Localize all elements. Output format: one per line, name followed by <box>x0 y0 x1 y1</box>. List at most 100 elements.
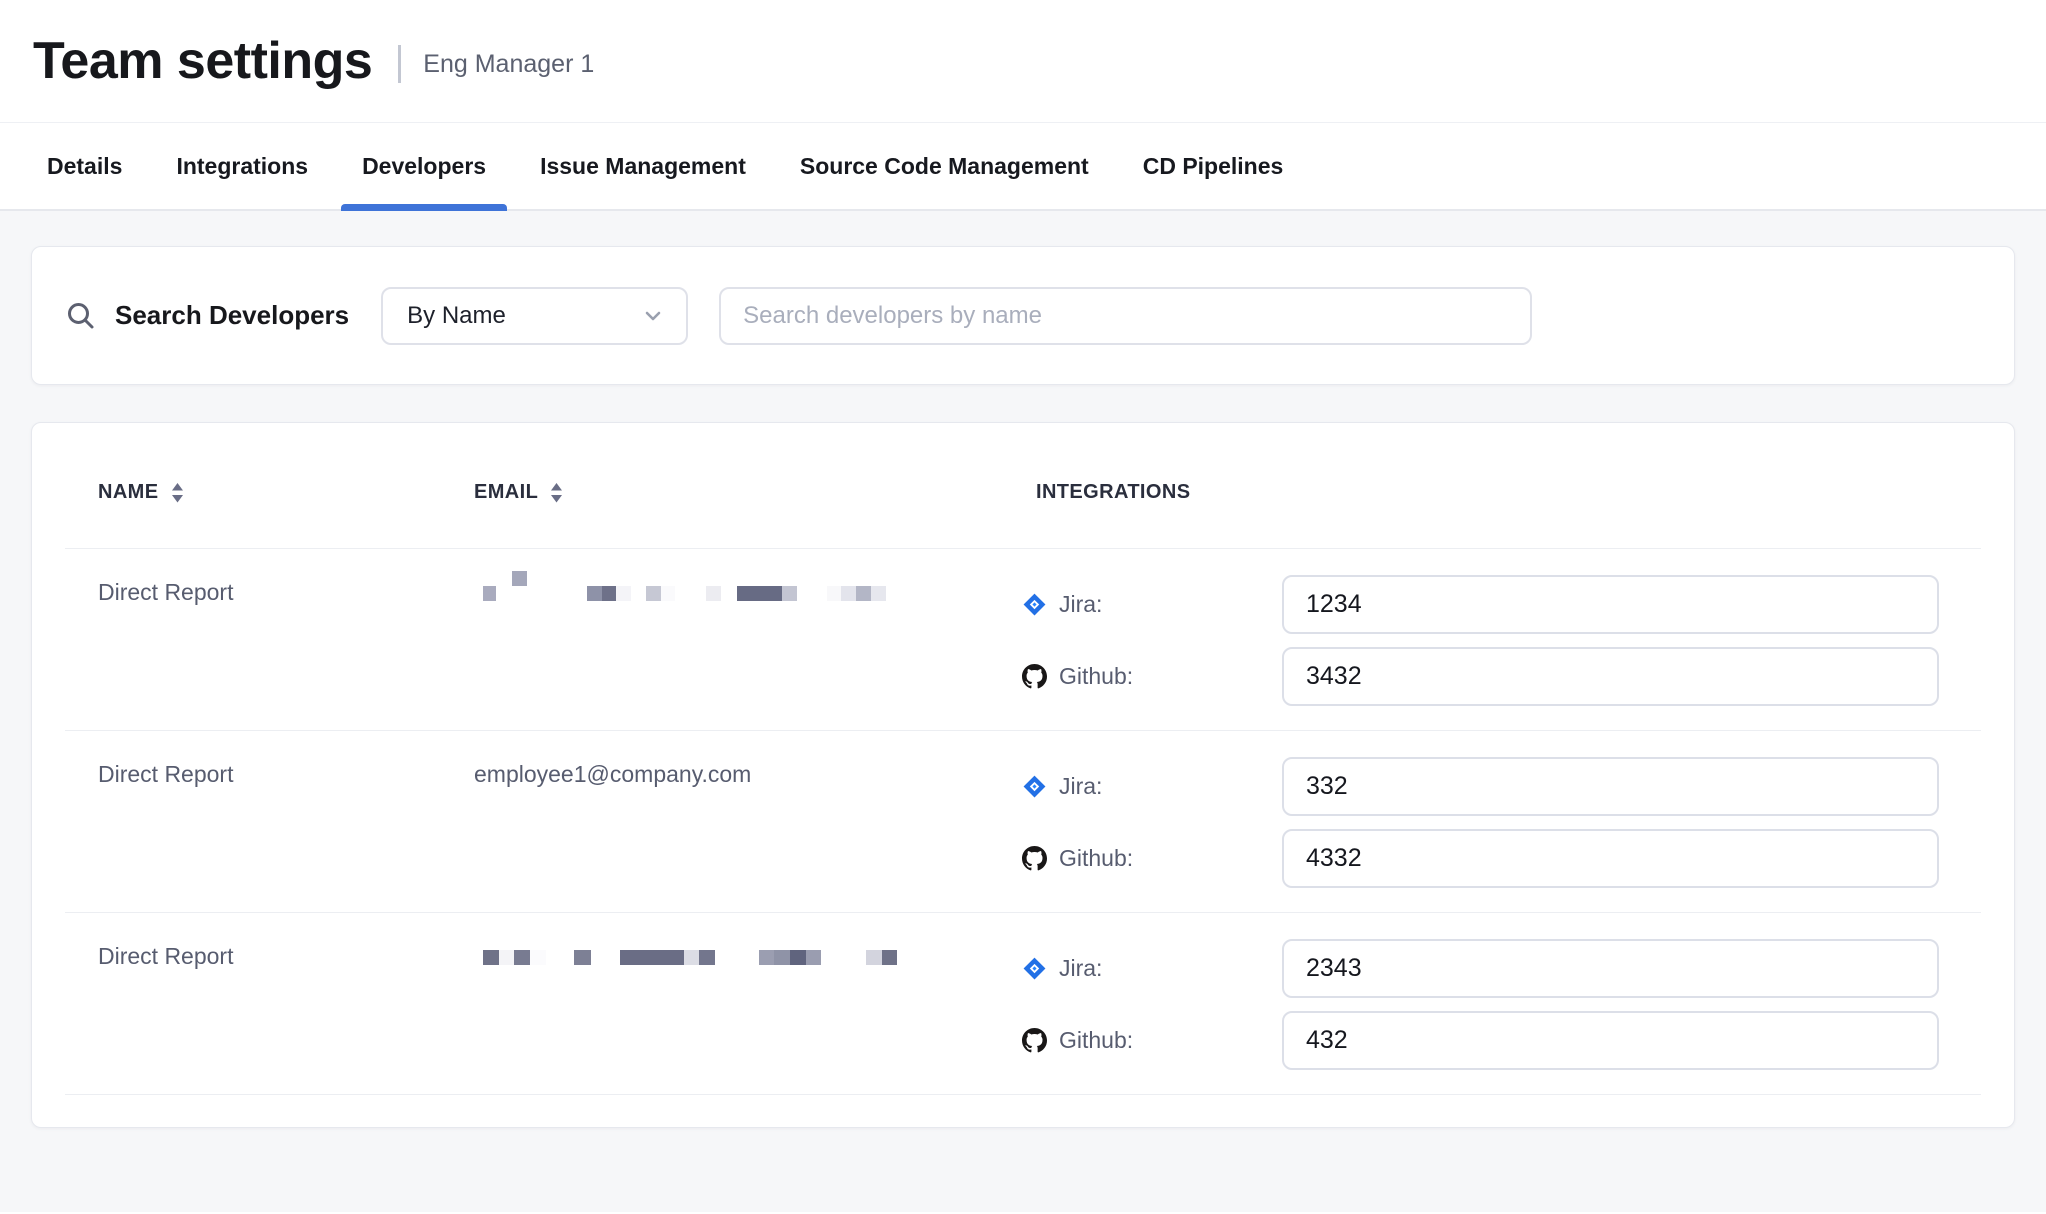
tab-cd-pipelines[interactable]: CD Pipelines <box>1122 123 1305 209</box>
redaction-block <box>759 950 774 965</box>
redaction-block <box>706 586 721 601</box>
tab-issue-management[interactable]: Issue Management <box>519 123 767 209</box>
github-line: Github: <box>1022 647 1981 706</box>
github-label: Github: <box>1022 845 1282 872</box>
developer-row: Direct Report Jira: <box>32 549 2014 730</box>
redaction-block <box>737 586 782 601</box>
jira-id-input[interactable] <box>1282 575 1939 634</box>
tab-label: CD Pipelines <box>1143 153 1284 180</box>
page-header: Team settings Eng Manager 1 <box>0 0 2046 123</box>
developer-email: employee1@company.com <box>456 761 1022 888</box>
tab-developers[interactable]: Developers <box>341 123 507 209</box>
redaction-block <box>602 586 616 601</box>
jira-label: Jira: <box>1022 955 1282 982</box>
developer-email-redacted <box>456 939 1022 965</box>
settings-tabs: Details Integrations Developers Issue Ma… <box>0 123 2046 211</box>
developer-row: Direct Report employee1@company.com Jira… <box>32 731 2014 912</box>
github-id-input[interactable] <box>1282 829 1939 888</box>
jira-icon <box>1022 592 1047 617</box>
tab-source-code-management[interactable]: Source Code Management <box>779 123 1110 209</box>
jira-id-input[interactable] <box>1282 939 1939 998</box>
redaction-block <box>699 950 715 965</box>
search-filter-select[interactable]: By Name <box>381 287 688 345</box>
integrations-cell: Jira: Github: <box>1022 757 1981 888</box>
github-icon <box>1022 846 1047 871</box>
column-header-integrations: INTEGRATIONS <box>1022 481 1981 504</box>
github-label-text: Github: <box>1059 663 1133 690</box>
redaction-block <box>483 950 499 965</box>
github-id-input[interactable] <box>1282 647 1939 706</box>
search-developers-input[interactable] <box>719 287 1532 345</box>
redaction-block <box>827 586 841 601</box>
redaction-block <box>882 950 897 965</box>
team-name-subtitle: Eng Manager 1 <box>423 50 594 79</box>
jira-label: Jira: <box>1022 773 1282 800</box>
jira-line: Jira: <box>1022 575 1981 634</box>
redaction-block <box>661 586 675 601</box>
page-title: Team settings <box>33 31 372 91</box>
developer-name: Direct Report <box>98 943 456 1070</box>
redaction-block <box>587 586 602 601</box>
jira-icon <box>1022 774 1047 799</box>
redaction-block <box>483 586 496 601</box>
redaction-block <box>841 586 856 601</box>
page-content: Search Developers By Name NAME EMAIL <box>0 211 2046 1212</box>
search-filter-value: By Name <box>407 302 506 330</box>
github-id-input[interactable] <box>1282 1011 1939 1070</box>
sort-icon[interactable] <box>550 482 563 504</box>
developer-email-redacted <box>456 575 1022 601</box>
search-developers-card: Search Developers By Name <box>31 246 2015 385</box>
github-label: Github: <box>1022 1027 1282 1054</box>
github-line: Github: <box>1022 829 1981 888</box>
redaction-block <box>806 950 821 965</box>
redaction-block <box>856 586 871 601</box>
search-icon <box>65 300 97 332</box>
redaction-block <box>514 950 530 965</box>
tab-details[interactable]: Details <box>26 123 143 209</box>
search-developers-label: Search Developers <box>115 300 349 331</box>
developers-table-card: NAME EMAIL INTEGRATIONS Direct Report <box>31 422 2015 1128</box>
redaction-block <box>790 950 806 965</box>
title-separator <box>398 45 401 83</box>
developer-name: Direct Report <box>98 579 456 706</box>
tab-integrations[interactable]: Integrations <box>155 123 329 209</box>
tab-label: Details <box>47 153 122 180</box>
integrations-cell: Jira: Github: <box>1022 575 1981 706</box>
jira-label-text: Jira: <box>1059 591 1102 618</box>
github-icon <box>1022 664 1047 689</box>
redaction-block <box>782 586 797 601</box>
redaction-block <box>574 950 591 965</box>
redaction-block <box>499 950 514 965</box>
jira-id-input[interactable] <box>1282 757 1939 816</box>
tab-label: Developers <box>362 153 486 180</box>
github-label-text: Github: <box>1059 845 1133 872</box>
column-label: EMAIL <box>474 481 538 504</box>
github-line: Github: <box>1022 1011 1981 1070</box>
jira-label-text: Jira: <box>1059 773 1102 800</box>
redaction-block <box>871 586 886 601</box>
jira-line: Jira: <box>1022 939 1981 998</box>
redaction-block <box>620 950 684 965</box>
redaction-block <box>530 950 546 965</box>
redaction-block <box>616 586 631 601</box>
redaction-block <box>774 950 790 965</box>
tab-label: Issue Management <box>540 153 746 180</box>
row-divider <box>65 1094 1981 1095</box>
column-label: INTEGRATIONS <box>1036 481 1190 504</box>
jira-line: Jira: <box>1022 757 1981 816</box>
jira-label-text: Jira: <box>1059 955 1102 982</box>
redaction-block <box>512 571 527 586</box>
jira-label: Jira: <box>1022 591 1282 618</box>
github-label-text: Github: <box>1059 1027 1133 1054</box>
redaction-block <box>684 950 699 965</box>
jira-icon <box>1022 956 1047 981</box>
github-icon <box>1022 1028 1047 1053</box>
column-label: NAME <box>98 481 159 504</box>
redaction-block <box>866 950 882 965</box>
column-header-email: EMAIL <box>456 481 1022 504</box>
chevron-down-icon <box>642 305 664 327</box>
sort-icon[interactable] <box>171 482 184 504</box>
developer-name: Direct Report <box>98 761 456 888</box>
column-header-name: NAME <box>98 481 456 504</box>
tab-label: Integrations <box>176 153 308 180</box>
